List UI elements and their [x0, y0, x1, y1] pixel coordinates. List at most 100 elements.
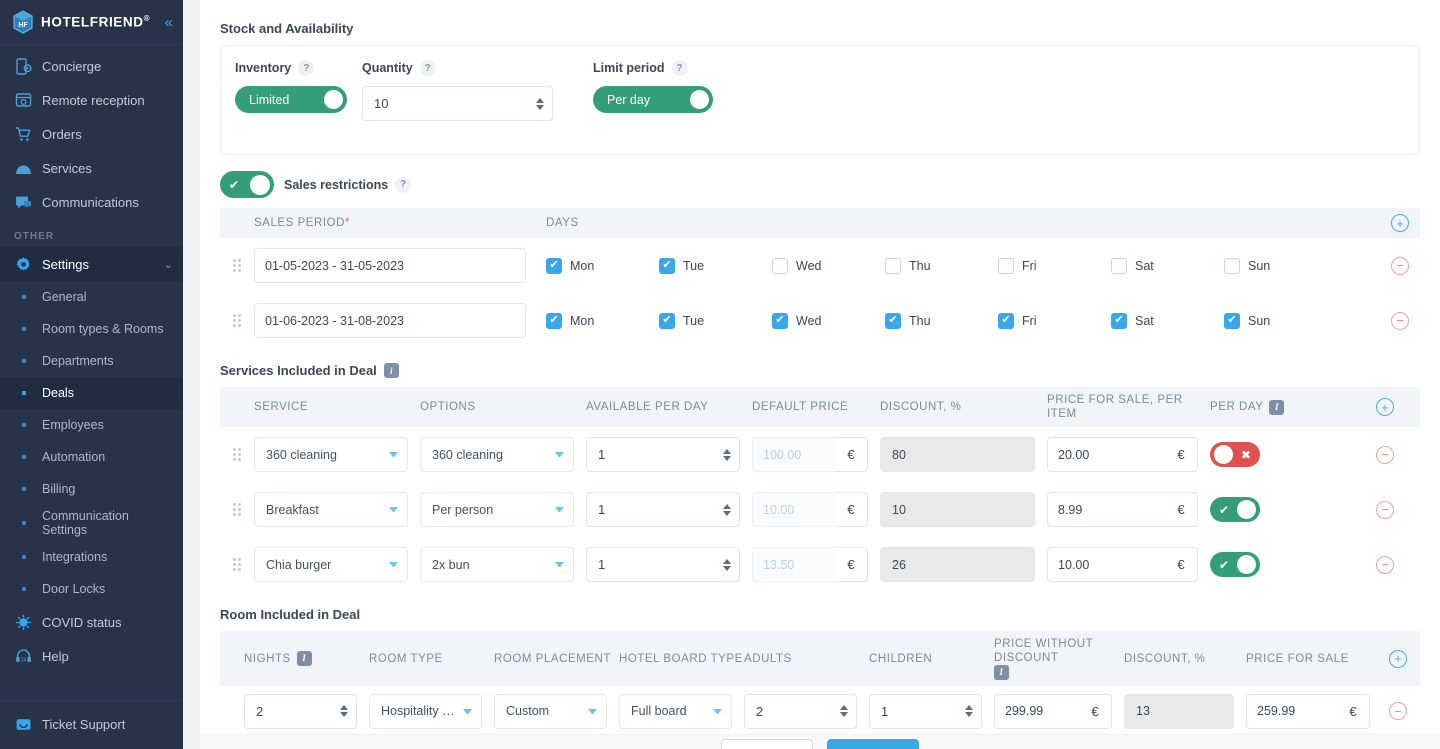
room-type-select[interactable]: Hospitality Lo...: [369, 693, 482, 729]
quantity-input[interactable]: 10: [362, 86, 553, 121]
options-select[interactable]: 2x bun: [420, 547, 574, 583]
checkbox-icon: ✔: [659, 312, 675, 329]
sidebar-item-billing[interactable]: Billing: [0, 473, 183, 505]
sidebar-item-label: Concierge: [42, 58, 102, 74]
sidebar-item-concierge[interactable]: Concierge: [0, 49, 183, 83]
sidebar-item-ticket-support[interactable]: Ticket Support: [0, 707, 183, 741]
sidebar-item-services[interactable]: Services: [0, 151, 183, 185]
info-icon[interactable]: i: [383, 363, 399, 378]
day-checkbox-fri[interactable]: Fri: [998, 257, 1111, 274]
add-row-button[interactable]: +: [1376, 398, 1394, 417]
help-icon[interactable]: ?: [298, 60, 315, 76]
day-checkbox-tue[interactable]: ✔ Tue: [659, 312, 772, 329]
day-checkbox-sat[interactable]: ✔ Sat: [1111, 312, 1224, 329]
table-row: Chia burger 2x bun 1 13.50 € 26 10.00 € …: [220, 537, 1420, 592]
sidebar-item-settings[interactable]: Settings ⌄: [0, 247, 183, 281]
quantity-stepper[interactable]: [536, 97, 544, 110]
room-price-for-sale-input[interactable]: 259.99: [1246, 693, 1337, 729]
drag-handle[interactable]: [220, 503, 254, 517]
day-checkbox-mon[interactable]: ✔ Mon: [546, 257, 659, 274]
sidebar-item-covid-status[interactable]: COVID status: [0, 605, 183, 639]
stepper[interactable]: [723, 448, 731, 461]
sidebar-item-room-types-rooms[interactable]: Room types & Rooms: [0, 313, 183, 345]
available-per-day-input[interactable]: 1: [586, 547, 740, 583]
column-per-day: PER DAY i: [1210, 399, 1350, 415]
add-row-button[interactable]: +: [1389, 649, 1407, 668]
day-checkbox-thu[interactable]: ✔ Thu: [885, 312, 998, 329]
sidebar-item-departments[interactable]: Departments: [0, 345, 183, 377]
sales-period-input[interactable]: 01-06-2023 - 31-08-2023: [254, 303, 526, 338]
sidebar-item-remote-reception[interactable]: Remote reception: [0, 83, 183, 117]
drag-handle[interactable]: [220, 558, 254, 572]
day-checkbox-fri[interactable]: ✔ Fri: [998, 312, 1111, 329]
sidebar-item-integrations[interactable]: Integrations: [0, 541, 183, 573]
sidebar-item-deals[interactable]: Deals: [0, 377, 183, 409]
service-select[interactable]: Breakfast: [254, 492, 408, 528]
day-checkbox-wed[interactable]: ✔ Wed: [772, 312, 885, 329]
stepper[interactable]: [840, 705, 848, 718]
day-checkbox-wed[interactable]: Wed: [772, 257, 885, 274]
sidebar-item-door-locks[interactable]: Door Locks: [0, 573, 183, 605]
per-day-toggle[interactable]: ✖: [1210, 442, 1260, 468]
price-for-sale-input[interactable]: 20.00: [1047, 437, 1165, 473]
adults-input[interactable]: 2: [744, 693, 857, 729]
info-icon[interactable]: i: [1269, 399, 1285, 415]
service-select[interactable]: 360 cleaning: [254, 437, 408, 473]
help-icon[interactable]: ?: [395, 176, 412, 193]
stepper[interactable]: [965, 705, 973, 718]
stepper[interactable]: [723, 503, 731, 516]
children-input[interactable]: 1: [869, 693, 982, 729]
per-day-toggle[interactable]: ✔: [1210, 552, 1260, 578]
sales-restrictions-toggle[interactable]: ✔: [220, 171, 274, 198]
help-icon[interactable]: ?: [419, 60, 436, 76]
remove-row-button[interactable]: −: [1376, 500, 1394, 519]
day-checkbox-mon[interactable]: ✔ Mon: [546, 312, 659, 329]
drag-handle[interactable]: [220, 259, 254, 272]
room-placement-select[interactable]: Custom: [494, 693, 607, 729]
price-for-sale-input[interactable]: 8.99: [1047, 492, 1165, 528]
day-checkbox-sun[interactable]: ✔ Sun: [1224, 312, 1324, 329]
day-checkbox-tue[interactable]: ✔ Tue: [659, 257, 772, 274]
drag-handle[interactable]: [220, 448, 254, 462]
sidebar-item-communication-settings[interactable]: Communication Settings: [0, 505, 183, 541]
inventory-toggle[interactable]: Limited: [235, 86, 347, 113]
sidebar-item-orders[interactable]: Orders: [0, 117, 183, 151]
sidebar-item-general[interactable]: General: [0, 281, 183, 313]
drag-handle[interactable]: [220, 314, 254, 327]
day-checkbox-thu[interactable]: Thu: [885, 257, 998, 274]
day-checkbox-sun[interactable]: Sun: [1224, 257, 1324, 274]
remove-row-button[interactable]: −: [1391, 311, 1409, 330]
stepper[interactable]: [340, 705, 348, 718]
sidebar-item-help[interactable]: 24 Help: [0, 639, 183, 673]
remove-row-button[interactable]: −: [1376, 445, 1394, 464]
chevron-down-icon[interactable]: ⌄: [164, 258, 173, 271]
nights-input[interactable]: 2: [244, 693, 357, 729]
sidebar-item-employees[interactable]: Employees: [0, 409, 183, 441]
available-per-day-input[interactable]: 1: [586, 437, 740, 473]
help-icon[interactable]: ?: [671, 60, 688, 76]
day-checkbox-sat[interactable]: Sat: [1111, 257, 1224, 274]
price-for-sale-input[interactable]: 10.00: [1047, 547, 1165, 583]
sidebar-item-automation[interactable]: Automation: [0, 441, 183, 473]
sales-period-input[interactable]: 01-05-2023 - 31-05-2023: [254, 248, 526, 283]
add-row-button[interactable]: +: [1391, 214, 1409, 232]
options-select[interactable]: 360 cleaning: [420, 437, 574, 473]
info-icon[interactable]: i: [994, 665, 1009, 681]
stepper[interactable]: [723, 558, 731, 571]
limit-period-toggle[interactable]: Per day: [593, 86, 713, 113]
service-select[interactable]: Chia burger: [254, 547, 408, 583]
price-without-discount-input[interactable]: 299.99: [994, 693, 1079, 729]
remove-row-button[interactable]: −: [1391, 256, 1409, 275]
remove-row-button[interactable]: −: [1376, 555, 1394, 574]
price-for-sale-cell: 10.00 €: [1047, 547, 1210, 583]
available-per-day-input[interactable]: 1: [586, 492, 740, 528]
info-icon[interactable]: i: [296, 651, 312, 667]
options-select[interactable]: Per person: [420, 492, 574, 528]
cancel-button[interactable]: [721, 739, 813, 749]
board-type-select[interactable]: Full board: [619, 693, 732, 729]
save-button[interactable]: [827, 739, 919, 749]
per-day-toggle[interactable]: ✔: [1210, 497, 1260, 523]
sidebar-item-communications[interactable]: Communications: [0, 185, 183, 219]
chevrons-left-icon[interactable]: «: [165, 15, 173, 30]
remove-row-button[interactable]: −: [1389, 702, 1407, 721]
